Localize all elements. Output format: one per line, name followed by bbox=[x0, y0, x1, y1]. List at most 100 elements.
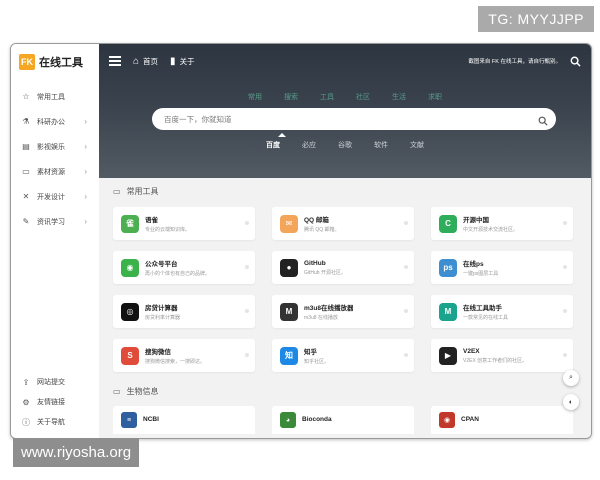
tool-icon: C bbox=[439, 214, 457, 233]
pencil-icon: ✎ bbox=[22, 217, 30, 226]
hero-banner: ⌂ 首页 ▮ 关于 截图来自 FK 在线工具，请自行甄别。 常用 搜索 工具 社… bbox=[99, 44, 591, 178]
engine-bing[interactable]: 必应 bbox=[302, 140, 316, 150]
tool-icon: ◎ bbox=[121, 302, 139, 321]
search-icon[interactable]: ⌕ bbox=[563, 370, 579, 386]
tool-card[interactable]: ps 在线ps 一键ps图层工具 bbox=[431, 251, 573, 284]
sidebar-bottom-nav: ⇪ 网站提交 ⚙ 友情链接 ⓘ 关于导航 bbox=[11, 372, 99, 432]
more-icon[interactable] bbox=[404, 221, 408, 225]
tab-common[interactable]: 常用 bbox=[248, 92, 262, 102]
chevron-right-icon: › bbox=[84, 142, 87, 151]
chevron-right-icon: › bbox=[84, 192, 87, 201]
tool-card[interactable]: S 搜狗微信 搜狗微信搜索，一搜即达。 bbox=[113, 339, 255, 372]
tool-name: 知乎 bbox=[304, 349, 317, 356]
tool-text: 开源中国 中文开源技术交流社区。 bbox=[463, 214, 518, 233]
more-icon[interactable] bbox=[563, 221, 567, 225]
tool-desc: V2EX 创意工作者们的社区。 bbox=[463, 357, 528, 364]
home-link[interactable]: ⌂ 首页 bbox=[133, 56, 158, 67]
menu-icon[interactable] bbox=[109, 54, 121, 68]
chevron-right-icon: › bbox=[84, 117, 87, 126]
tool-card[interactable]: ≡ NCBI bbox=[113, 406, 255, 434]
tool-card[interactable]: C 开源中国 中文开源技术交流社区。 bbox=[431, 207, 573, 240]
tool-name: CPAN bbox=[461, 416, 479, 423]
tab-tools[interactable]: 工具 bbox=[320, 92, 334, 102]
search-box bbox=[152, 108, 556, 130]
sidebar-item-resources[interactable]: ▭ 素材资源 › bbox=[11, 159, 99, 184]
tool-text: m3u8在线播放器 m3u8 在线播放 bbox=[304, 302, 353, 321]
tool-icon: ▶ bbox=[439, 346, 457, 365]
moon-icon[interactable]: ◐ bbox=[563, 394, 579, 410]
tool-card[interactable]: ◎ 房贷计算器房贷利率计算器 bbox=[113, 295, 255, 328]
tool-text: GitHub GitHub 开源社区。 bbox=[304, 260, 346, 276]
tool-card[interactable]: ◉ CPAN bbox=[431, 406, 573, 434]
sidebar-item-label: 科研办公 bbox=[37, 118, 65, 126]
tool-card[interactable]: Mm3u8在线播放器 m3u8 在线播放 bbox=[272, 295, 414, 328]
sidebar-item-dev[interactable]: ✕ 开发设计 › bbox=[11, 184, 99, 209]
tool-desc: 再小的个体也有自己的品牌。 bbox=[145, 271, 211, 277]
tool-desc: GitHub 开源社区。 bbox=[304, 269, 346, 276]
about-link[interactable]: ▮ 关于 bbox=[170, 56, 195, 67]
sidebar-item-label: 关于导航 bbox=[37, 419, 65, 426]
tool-card[interactable]: ▶ V2EX V2EX 创意工作者们的社区。 bbox=[431, 339, 573, 372]
tool-card[interactable]: M 在线工具助手 一款常见的在线工具 bbox=[431, 295, 573, 328]
tab-search[interactable]: 搜索 bbox=[284, 92, 298, 102]
sidebar-item-label: 友情链接 bbox=[37, 399, 65, 406]
search-icon[interactable] bbox=[570, 54, 581, 72]
sidebar-item-submit[interactable]: ⇪ 网站提交 bbox=[11, 372, 99, 392]
tool-card[interactable]: ● GitHub GitHub 开源社区。 bbox=[272, 251, 414, 284]
more-icon[interactable] bbox=[245, 221, 249, 225]
engine-software[interactable]: 软件 bbox=[374, 140, 388, 150]
tab-jobs[interactable]: 求职 bbox=[428, 92, 442, 102]
section-title-text: 生物信息 bbox=[126, 386, 159, 396]
main-content: ▭ 常用工具 雀语雀 专业的云端知识库。 ✉ QQ 邮箱 腾讯 QQ 邮箱。 C 开源中国中… bbox=[99, 178, 591, 438]
logo-text: 在线工具 bbox=[39, 57, 83, 69]
top-nav: ⌂ 首页 ▮ 关于 bbox=[133, 56, 207, 67]
tool-name: QQ 邮箱 bbox=[304, 217, 329, 224]
logo[interactable]: FK 在线工具 bbox=[11, 44, 99, 80]
more-icon[interactable] bbox=[245, 265, 249, 269]
sidebar-item-entertainment[interactable]: ▤ 影视娱乐 › bbox=[11, 134, 99, 159]
more-icon[interactable] bbox=[404, 265, 408, 269]
tool-icon: ◉ bbox=[121, 258, 139, 277]
sidebar-item-research[interactable]: ⚗ 科研办公 › bbox=[11, 109, 99, 134]
logo-mark: FK bbox=[19, 54, 35, 70]
more-icon[interactable] bbox=[404, 353, 408, 357]
more-icon[interactable] bbox=[245, 353, 249, 357]
tag-icon: ▭ bbox=[113, 186, 121, 196]
tool-card[interactable]: 雀语雀 专业的云端知识库。 bbox=[113, 207, 255, 240]
more-icon[interactable] bbox=[245, 309, 249, 313]
engine-google[interactable]: 谷歌 bbox=[338, 140, 352, 150]
tool-card[interactable]: ◕ Bioconda bbox=[272, 406, 414, 434]
tool-grid: 雀语雀 专业的云端知识库。 ✉ QQ 邮箱 腾讯 QQ 邮箱。 C 开源中国 中文开源技术交流… bbox=[99, 207, 591, 372]
more-icon[interactable] bbox=[404, 309, 408, 313]
tool-desc: 房贷利率计算器 bbox=[145, 315, 181, 321]
engine-baidu[interactable]: 百度 bbox=[266, 140, 280, 150]
chevron-right-icon: › bbox=[84, 217, 87, 226]
more-icon[interactable] bbox=[563, 309, 567, 313]
tool-text: 搜狗微信 搜狗微信搜索，一搜即达。 bbox=[145, 346, 205, 365]
search-button[interactable] bbox=[538, 113, 548, 131]
tab-life[interactable]: 生活 bbox=[392, 92, 406, 102]
tab-community[interactable]: 社区 bbox=[356, 92, 370, 102]
sidebar-item-about[interactable]: ⓘ 关于导航 bbox=[11, 412, 99, 432]
search-input[interactable] bbox=[162, 113, 526, 125]
tool-card[interactable]: ◉ 公众号平台 再小的个体也有自己的品牌。 bbox=[113, 251, 255, 284]
tool-name: 语雀 bbox=[145, 217, 158, 224]
tool-name: 在线ps bbox=[463, 261, 484, 268]
tool-card[interactable]: 知知乎 知乎社区。 bbox=[272, 339, 414, 372]
tool-card[interactable]: ✉ QQ 邮箱 腾讯 QQ 邮箱。 bbox=[272, 207, 414, 240]
more-icon[interactable] bbox=[563, 353, 567, 357]
tool-icon: M bbox=[439, 302, 457, 321]
sidebar-item-news[interactable]: ✎ 资讯学习 › bbox=[11, 209, 99, 234]
tool-name: 房贷计算器 bbox=[145, 305, 178, 312]
sidebar-item-links[interactable]: ⚙ 友情链接 bbox=[11, 392, 99, 412]
tool-name: Bioconda bbox=[302, 416, 332, 423]
about-label: 关于 bbox=[179, 56, 195, 66]
sidebar-item-common[interactable]: ☆ 常用工具 bbox=[11, 84, 99, 109]
tool-desc: 搜狗微信搜索，一搜即达。 bbox=[145, 359, 206, 365]
tool-desc: 一键ps图层工具 bbox=[463, 271, 499, 277]
section-title-common: ▭ 常用工具 bbox=[99, 184, 591, 198]
browser-frame: FK 在线工具 ☆ 常用工具 ⚗ 科研办公 › ▤ 影视娱乐 › ▭ 素材资源 … bbox=[10, 43, 592, 439]
more-icon[interactable] bbox=[563, 265, 567, 269]
tool-icon: ◉ bbox=[439, 412, 455, 428]
engine-papers[interactable]: 文献 bbox=[410, 140, 424, 150]
